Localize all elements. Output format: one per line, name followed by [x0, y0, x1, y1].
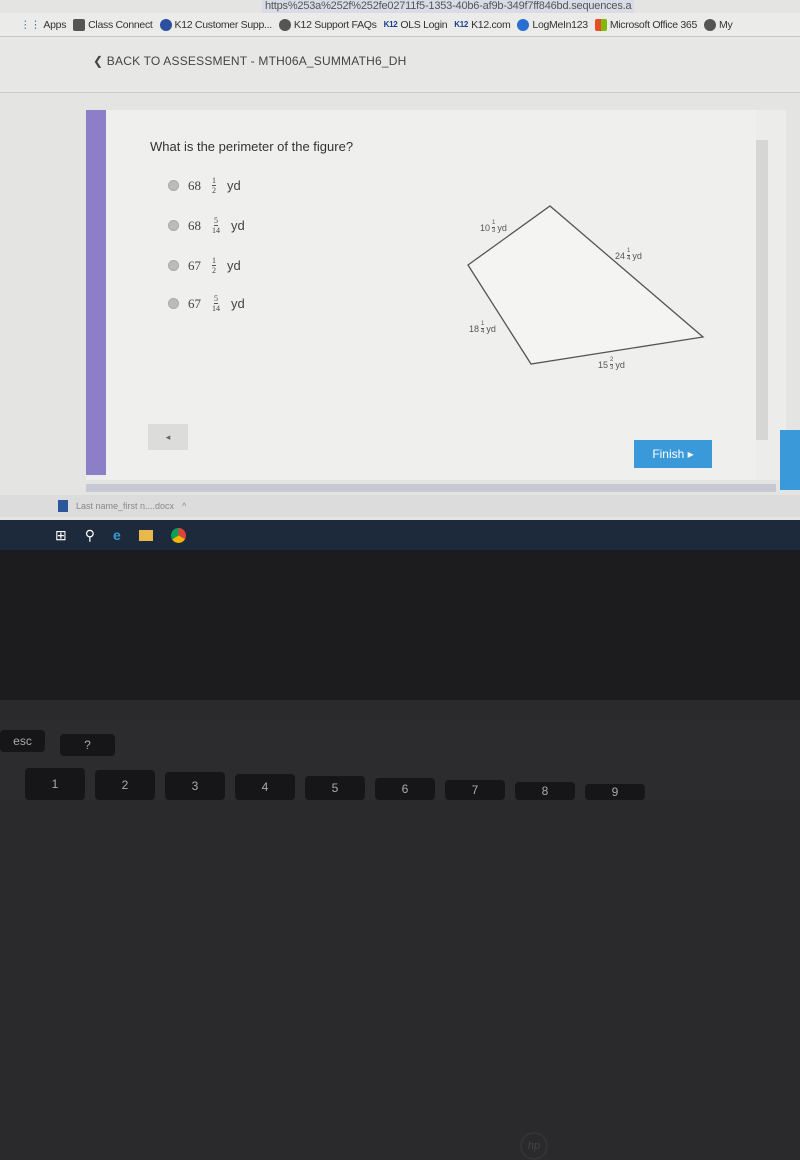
key-2[interactable]: 2: [95, 770, 155, 800]
side-panel-tab[interactable]: [780, 430, 800, 490]
key-8[interactable]: 8: [515, 782, 575, 800]
search-icon[interactable]: ⚲: [85, 527, 95, 544]
key-3[interactable]: 3: [165, 772, 225, 800]
windows-icon[interactable]: ⊞: [55, 527, 67, 544]
laptop-bezel: hp: [0, 550, 800, 1160]
vertical-scrollbar[interactable]: [756, 140, 768, 440]
edge-icon[interactable]: e: [113, 527, 121, 543]
hp-logo: hp: [520, 1132, 548, 1160]
taskbar: ⊞ ⚲ e: [0, 520, 800, 550]
key-1[interactable]: 1: [25, 768, 85, 800]
file-explorer-icon[interactable]: [138, 529, 153, 541]
key-5[interactable]: 5: [305, 776, 365, 800]
keyboard: esc ? 1 2 3 4 5 6 7 8 9: [0, 720, 800, 800]
finish-button[interactable]: Finish ▸: [634, 440, 712, 468]
fraction: 14: [627, 248, 631, 262]
side-label: 10 1 3 yd: [480, 220, 507, 234]
key-4[interactable]: 4: [235, 774, 295, 800]
word-doc-icon: [58, 500, 68, 512]
key-9[interactable]: 9: [585, 784, 645, 800]
horizontal-scrollbar[interactable]: [86, 484, 776, 492]
key-6[interactable]: 6: [375, 778, 435, 800]
previous-button[interactable]: ◂: [148, 424, 188, 450]
key-f1[interactable]: ?: [60, 734, 115, 756]
side-label: 15 2 3 yd: [598, 357, 625, 371]
key-7[interactable]: 7: [445, 780, 505, 800]
address-bar[interactable]: https%253a%252f%252fe02711f5-1353-40b6-a…: [262, 0, 635, 13]
fraction: 23: [610, 357, 614, 371]
download-file[interactable]: Last name_first n....docx: [76, 501, 174, 511]
chrome-icon[interactable]: [170, 527, 186, 543]
download-bar: Last name_first n....docx ^: [0, 495, 800, 517]
chevron-up-icon[interactable]: ^: [182, 501, 186, 511]
fraction: 13: [492, 220, 496, 234]
side-label: 24 1 4 yd: [615, 248, 642, 262]
laptop-screen: https%253a%252f%252fe02711f5-1353-40b6-a…: [0, 0, 800, 550]
fraction: 14: [481, 321, 485, 335]
side-label: 18 1 4 yd: [469, 321, 496, 335]
key-esc[interactable]: esc: [0, 730, 45, 752]
